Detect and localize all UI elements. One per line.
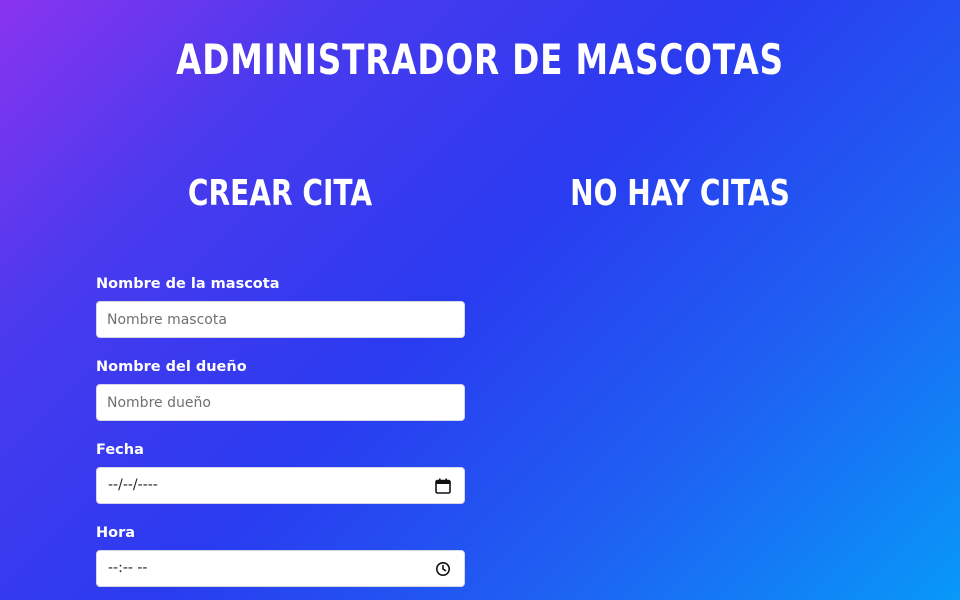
date-label: Fecha — [96, 442, 144, 458]
pet-name-input-box[interactable] — [96, 301, 465, 338]
owner-name-input[interactable] — [97, 385, 464, 420]
owner-name-field-group: Nombre del dueño — [96, 355, 465, 421]
time-input[interactable]: --:-- -- — [96, 550, 465, 587]
time-label: Hora — [96, 525, 136, 541]
app-title: ADMINISTRADOR DE MASCOTAS — [176, 35, 784, 84]
appointment-form: Nombre de la mascota Nombre del dueño Fe… — [96, 272, 465, 600]
owner-name-label: Nombre del dueño — [96, 359, 247, 375]
date-input[interactable]: --/--/---- — [96, 467, 465, 504]
date-field-group: Fecha --/--/---- — [96, 438, 465, 504]
date-value: --/--/---- — [108, 477, 158, 493]
pet-name-field-group: Nombre de la mascota — [96, 272, 465, 338]
appointments-empty-title: NO HAY CITAS — [570, 173, 790, 214]
form-title: CREAR CITA — [187, 173, 373, 214]
time-value: --:-- -- — [108, 560, 148, 576]
pet-name-label: Nombre de la mascota — [96, 276, 280, 292]
owner-name-input-box[interactable] — [96, 384, 465, 421]
clock-icon[interactable] — [434, 560, 452, 578]
calendar-icon[interactable] — [434, 477, 452, 495]
pet-name-input[interactable] — [97, 302, 464, 337]
time-field-group: Hora --:-- -- — [96, 521, 465, 587]
